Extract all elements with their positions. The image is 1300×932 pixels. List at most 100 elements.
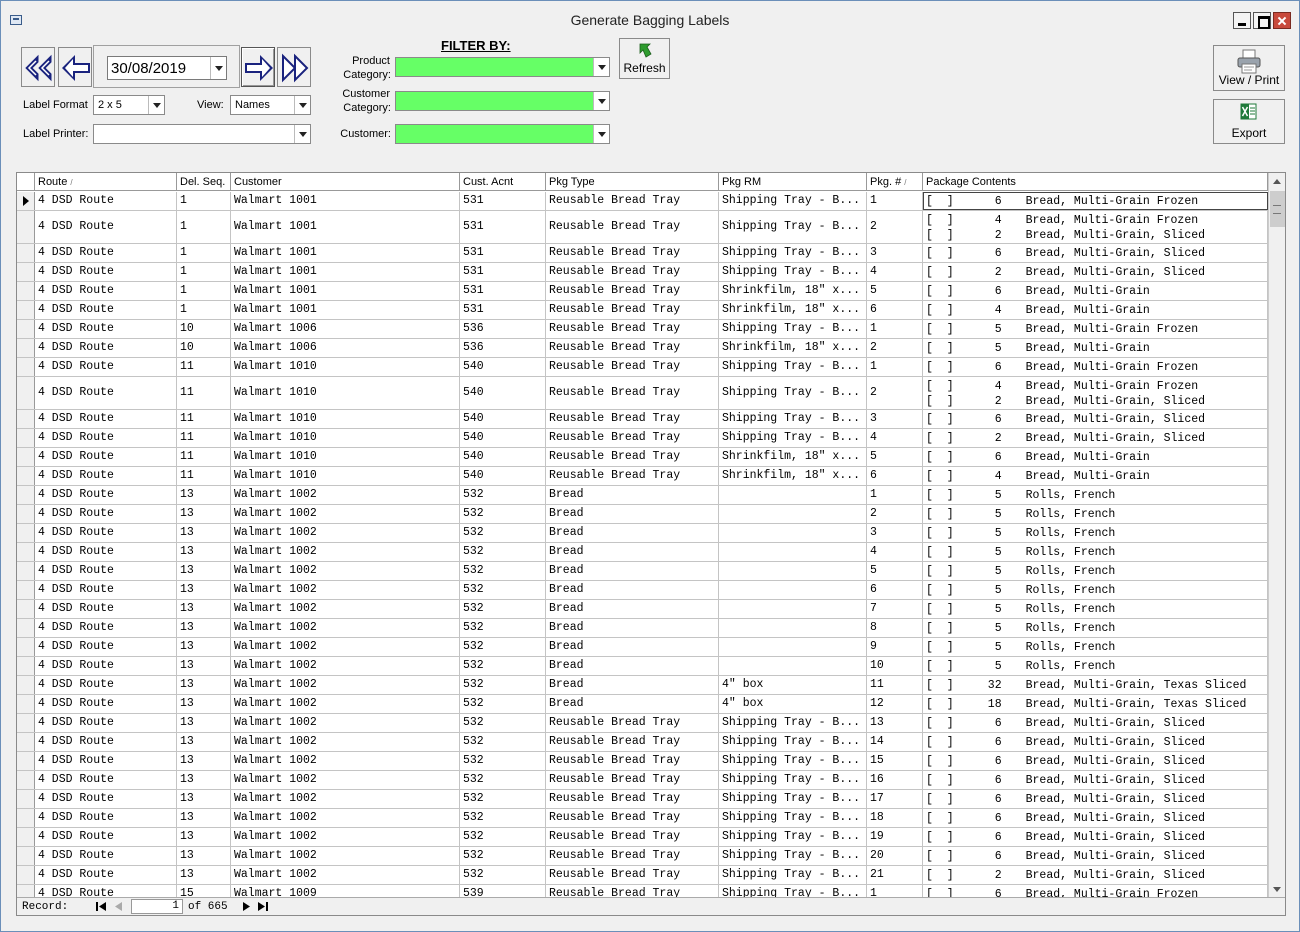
content-checkbox[interactable]: [ ] bbox=[926, 527, 954, 540]
content-checkbox[interactable]: [ ] bbox=[926, 717, 954, 730]
row-selector[interactable] bbox=[17, 714, 35, 732]
table-row[interactable]: 4 DSD Route 11 Walmart 1010 540 Reusable Bre… bbox=[17, 429, 1268, 448]
content-checkbox[interactable]: [ ] bbox=[926, 546, 954, 559]
label-format-select[interactable]: 2 x 5 bbox=[93, 95, 165, 115]
view-print-button[interactable]: View / Print bbox=[1213, 45, 1285, 91]
bagging-labels-grid[interactable]: Route / Del. Seq. Customer Cust. Acnt Pkg Typ… bbox=[16, 172, 1286, 916]
table-row[interactable]: 4 DSD Route 13 Walmart 1002 532 Reusable Bre… bbox=[17, 714, 1268, 733]
row-selector[interactable] bbox=[17, 448, 35, 466]
content-checkbox[interactable]: [ ] bbox=[926, 565, 954, 578]
row-selector[interactable] bbox=[17, 263, 35, 281]
date-field[interactable]: 30/08/2019 bbox=[107, 56, 227, 80]
row-selector[interactable] bbox=[17, 771, 35, 789]
chevron-down-icon[interactable] bbox=[294, 96, 310, 114]
row-selector[interactable] bbox=[17, 244, 35, 262]
chevron-down-icon[interactable] bbox=[294, 125, 310, 143]
label-printer-select[interactable] bbox=[93, 124, 311, 144]
table-row[interactable]: 4 DSD Route 13 Walmart 1002 532 Bread 10[ ] 5 R… bbox=[17, 657, 1268, 676]
column-header-cust-acnt[interactable]: Cust. Acnt bbox=[460, 173, 546, 191]
row-selector[interactable] bbox=[17, 790, 35, 808]
table-row[interactable]: 4 DSD Route 11 Walmart 1010 540 Reusable Bre… bbox=[17, 377, 1268, 410]
product-category-select[interactable] bbox=[395, 57, 610, 77]
content-checkbox[interactable]: [ ] bbox=[926, 304, 954, 317]
table-row[interactable]: 4 DSD Route 11 Walmart 1010 540 Reusable Bre… bbox=[17, 467, 1268, 486]
column-header-package-contents[interactable]: Package Contents bbox=[923, 173, 1268, 191]
row-selector[interactable] bbox=[17, 339, 35, 357]
column-header-del-seq[interactable]: Del. Seq. bbox=[177, 173, 231, 191]
row-selector[interactable] bbox=[17, 695, 35, 713]
column-header-route[interactable]: Route / bbox=[35, 173, 177, 191]
table-row[interactable]: 4 DSD Route 13 Walmart 1002 532 Reusable Bre… bbox=[17, 771, 1268, 790]
grid-body[interactable]: 4 DSD Route 1 Walmart 1001 531 Reusable Brea… bbox=[17, 192, 1268, 898]
row-selector[interactable] bbox=[17, 733, 35, 751]
content-checkbox[interactable]: [ ] bbox=[926, 736, 954, 749]
table-row[interactable]: 4 DSD Route 13 Walmart 1002 532 Bread 1[ ] 5 Ro… bbox=[17, 486, 1268, 505]
content-checkbox[interactable]: [ ] bbox=[926, 247, 954, 260]
content-checkbox[interactable]: [ ] bbox=[926, 380, 954, 393]
table-row[interactable]: 4 DSD Route 1 Walmart 1001 531 Reusable Brea… bbox=[17, 192, 1268, 211]
content-checkbox[interactable]: [ ] bbox=[926, 342, 954, 355]
previous-date-button[interactable] bbox=[58, 47, 92, 87]
table-row[interactable]: 4 DSD Route 13 Walmart 1002 532 Reusable Bre… bbox=[17, 828, 1268, 847]
next-date-button[interactable] bbox=[241, 47, 275, 87]
content-checkbox[interactable]: [ ] bbox=[926, 869, 954, 882]
view-select[interactable]: Names bbox=[230, 95, 311, 115]
table-row[interactable]: 4 DSD Route 13 Walmart 1002 532 Bread 2[ ] 5 Ro… bbox=[17, 505, 1268, 524]
content-checkbox[interactable]: [ ] bbox=[926, 698, 954, 711]
row-selector[interactable] bbox=[17, 866, 35, 884]
content-checkbox[interactable]: [ ] bbox=[926, 584, 954, 597]
chevron-down-icon[interactable] bbox=[593, 58, 609, 76]
customer-select[interactable] bbox=[395, 124, 610, 144]
table-row[interactable]: 4 DSD Route 11 Walmart 1010 540 Reusable Bre… bbox=[17, 410, 1268, 429]
row-selector[interactable] bbox=[17, 410, 35, 428]
row-selector[interactable] bbox=[17, 301, 35, 319]
row-selector[interactable] bbox=[17, 543, 35, 561]
column-header-pkg-type[interactable]: Pkg Type bbox=[546, 173, 719, 191]
content-checkbox[interactable]: [ ] bbox=[926, 285, 954, 298]
table-row[interactable]: 4 DSD Route 13 Walmart 1002 532 Reusable Bre… bbox=[17, 790, 1268, 809]
content-checkbox[interactable]: [ ] bbox=[926, 361, 954, 374]
row-selector[interactable] bbox=[17, 358, 35, 376]
table-row[interactable]: 4 DSD Route 10 Walmart 1006 536 Reusable Bre… bbox=[17, 339, 1268, 358]
export-button[interactable]: Export bbox=[1213, 99, 1285, 144]
table-row[interactable]: 4 DSD Route 13 Walmart 1002 532 Bread 7[ ] 5 Ro… bbox=[17, 600, 1268, 619]
content-checkbox[interactable]: [ ] bbox=[926, 413, 954, 426]
scroll-up-icon[interactable] bbox=[1270, 174, 1285, 190]
table-row[interactable]: 4 DSD Route 13 Walmart 1002 532 Bread 3[ ] 5 Ro… bbox=[17, 524, 1268, 543]
content-checkbox[interactable]: [ ] bbox=[926, 831, 954, 844]
scroll-thumb[interactable] bbox=[1270, 191, 1285, 227]
table-row[interactable]: 4 DSD Route 13 Walmart 1002 532 Reusable Bre… bbox=[17, 847, 1268, 866]
next-record-icon[interactable] bbox=[238, 899, 254, 914]
content-checkbox[interactable]: [ ] bbox=[926, 489, 954, 502]
content-checkbox[interactable]: [ ] bbox=[926, 755, 954, 768]
content-checkbox[interactable]: [ ] bbox=[926, 679, 954, 692]
last-record-icon[interactable] bbox=[255, 899, 271, 914]
row-selector[interactable] bbox=[17, 752, 35, 770]
vertical-scrollbar[interactable] bbox=[1268, 173, 1285, 898]
row-selector[interactable] bbox=[17, 467, 35, 485]
content-checkbox[interactable]: [ ] bbox=[926, 266, 954, 279]
row-selector[interactable] bbox=[17, 282, 35, 300]
column-header-pkg[interactable]: Pkg. # / bbox=[867, 173, 923, 191]
row-selector[interactable] bbox=[17, 581, 35, 599]
content-checkbox[interactable]: [ ] bbox=[926, 229, 954, 242]
content-checkbox[interactable]: [ ] bbox=[926, 660, 954, 673]
chevron-down-icon[interactable] bbox=[593, 92, 609, 110]
column-header-customer[interactable]: Customer bbox=[231, 173, 460, 191]
table-row[interactable]: 4 DSD Route 13 Walmart 1002 532 Reusable Bre… bbox=[17, 809, 1268, 828]
row-selector[interactable] bbox=[17, 600, 35, 618]
row-selector[interactable] bbox=[17, 192, 35, 210]
content-checkbox[interactable]: [ ] bbox=[926, 323, 954, 336]
content-checkbox[interactable]: [ ] bbox=[926, 793, 954, 806]
table-row[interactable]: 4 DSD Route 13 Walmart 1002 532 Bread 4[ ] 5 Ro… bbox=[17, 543, 1268, 562]
row-selector[interactable] bbox=[17, 638, 35, 656]
row-selector[interactable] bbox=[17, 676, 35, 694]
content-checkbox[interactable]: [ ] bbox=[926, 622, 954, 635]
table-row[interactable]: 4 DSD Route 13 Walmart 1002 532 Bread 8[ ] 5 Ro… bbox=[17, 619, 1268, 638]
table-row[interactable]: 4 DSD Route 13 Walmart 1002 532 Bread 9[ ] 5 Ro… bbox=[17, 638, 1268, 657]
maximize-button[interactable] bbox=[1253, 12, 1271, 29]
table-row[interactable]: 4 DSD Route 13 Walmart 1002 532 Bread 4" box 1… bbox=[17, 676, 1268, 695]
content-checkbox[interactable]: [ ] bbox=[926, 214, 954, 227]
content-checkbox[interactable]: [ ] bbox=[926, 850, 954, 863]
row-selector[interactable] bbox=[17, 809, 35, 827]
